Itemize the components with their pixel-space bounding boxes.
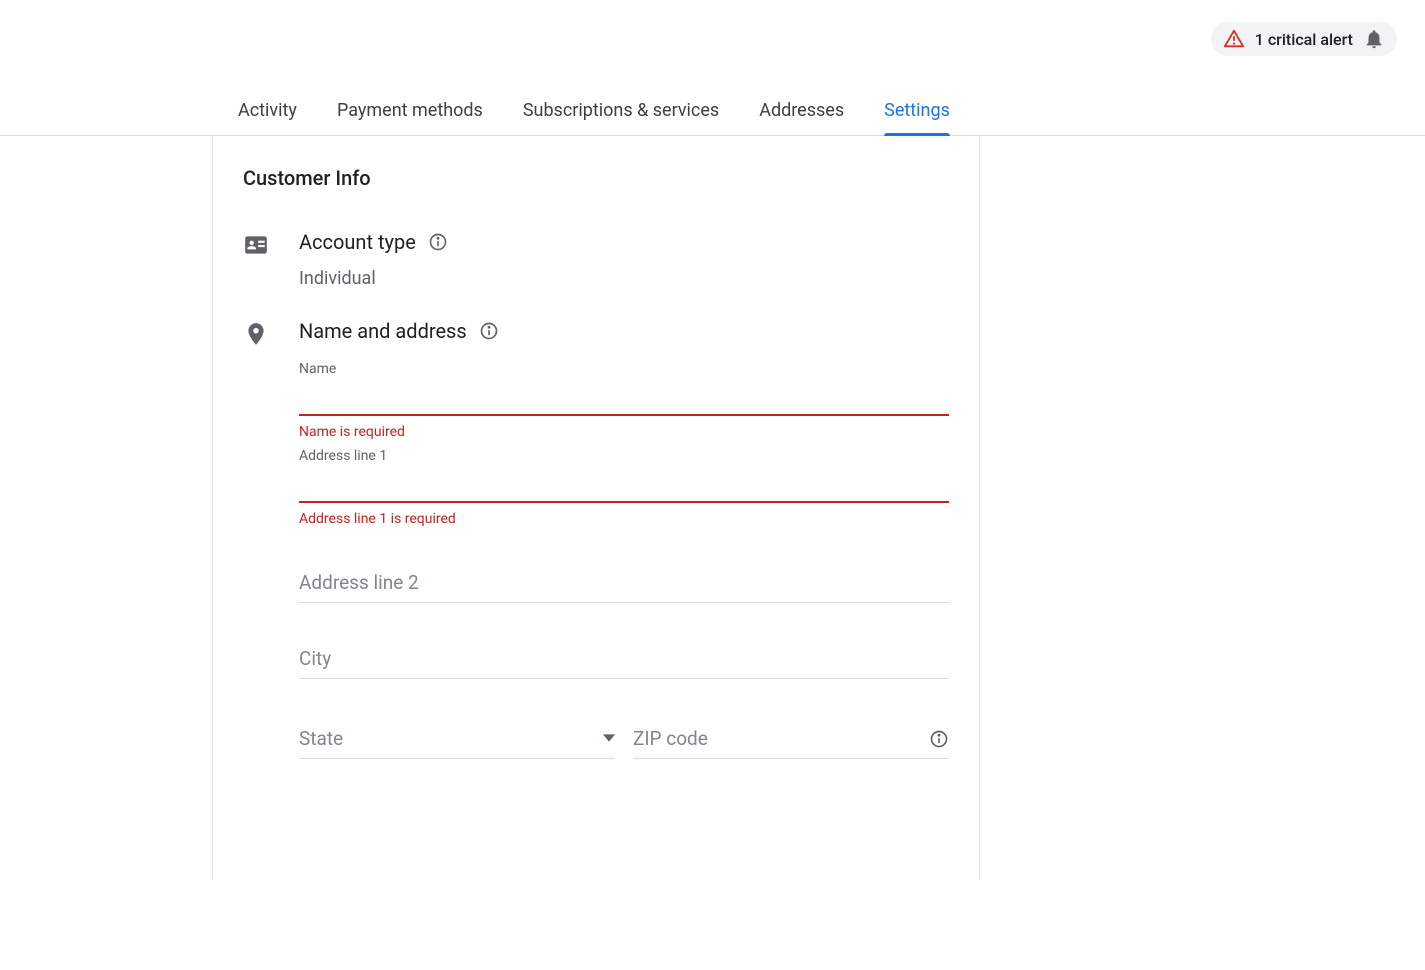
id-card-icon bbox=[243, 230, 299, 258]
name-field-wrapper: Name Name is required bbox=[299, 361, 949, 440]
addr2-field-wrapper bbox=[299, 561, 949, 603]
city-field-wrapper bbox=[299, 637, 949, 679]
bell-icon[interactable] bbox=[1363, 28, 1385, 50]
state-placeholder: State bbox=[299, 727, 343, 750]
critical-alert-chip[interactable]: 1 critical alert bbox=[1211, 22, 1397, 56]
alert-text: 1 critical alert bbox=[1255, 30, 1353, 49]
location-icon bbox=[243, 319, 299, 347]
name-address-row: Name and address Name Name is required A… bbox=[243, 319, 949, 759]
account-type-label: Account type bbox=[299, 230, 416, 254]
tab-payment-methods[interactable]: Payment methods bbox=[337, 90, 483, 135]
name-address-label: Name and address bbox=[299, 319, 467, 343]
name-label: Name bbox=[299, 361, 949, 377]
addr1-error: Address line 1 is required bbox=[299, 511, 949, 527]
tab-activity[interactable]: Activity bbox=[238, 90, 297, 135]
tab-addresses[interactable]: Addresses bbox=[759, 90, 844, 135]
addr1-label: Address line 1 bbox=[299, 448, 949, 464]
panel-title: Customer Info bbox=[243, 166, 949, 190]
addr1-field-wrapper: Address line 1 Address line 1 is require… bbox=[299, 448, 949, 527]
zip-field-wrapper bbox=[633, 717, 949, 759]
settings-panel: Customer Info Account type Individual Na… bbox=[212, 136, 980, 880]
tab-subscriptions[interactable]: Subscriptions & services bbox=[523, 90, 719, 135]
warning-icon bbox=[1223, 28, 1245, 50]
tab-settings[interactable]: Settings bbox=[884, 90, 950, 135]
info-icon[interactable] bbox=[929, 729, 949, 749]
name-error: Name is required bbox=[299, 424, 949, 440]
city-input[interactable] bbox=[299, 637, 949, 679]
zip-input[interactable] bbox=[633, 727, 921, 750]
account-type-row: Account type Individual bbox=[243, 230, 949, 289]
info-icon[interactable] bbox=[428, 232, 448, 252]
name-input[interactable] bbox=[299, 379, 949, 416]
state-select[interactable]: State bbox=[299, 717, 615, 759]
info-icon[interactable] bbox=[479, 321, 499, 341]
account-type-value: Individual bbox=[299, 268, 949, 289]
chevron-down-icon bbox=[603, 729, 615, 748]
tabs-bar: Activity Payment methods Subscriptions &… bbox=[0, 90, 1425, 136]
addr1-input[interactable] bbox=[299, 466, 949, 503]
addr2-input[interactable] bbox=[299, 561, 949, 603]
